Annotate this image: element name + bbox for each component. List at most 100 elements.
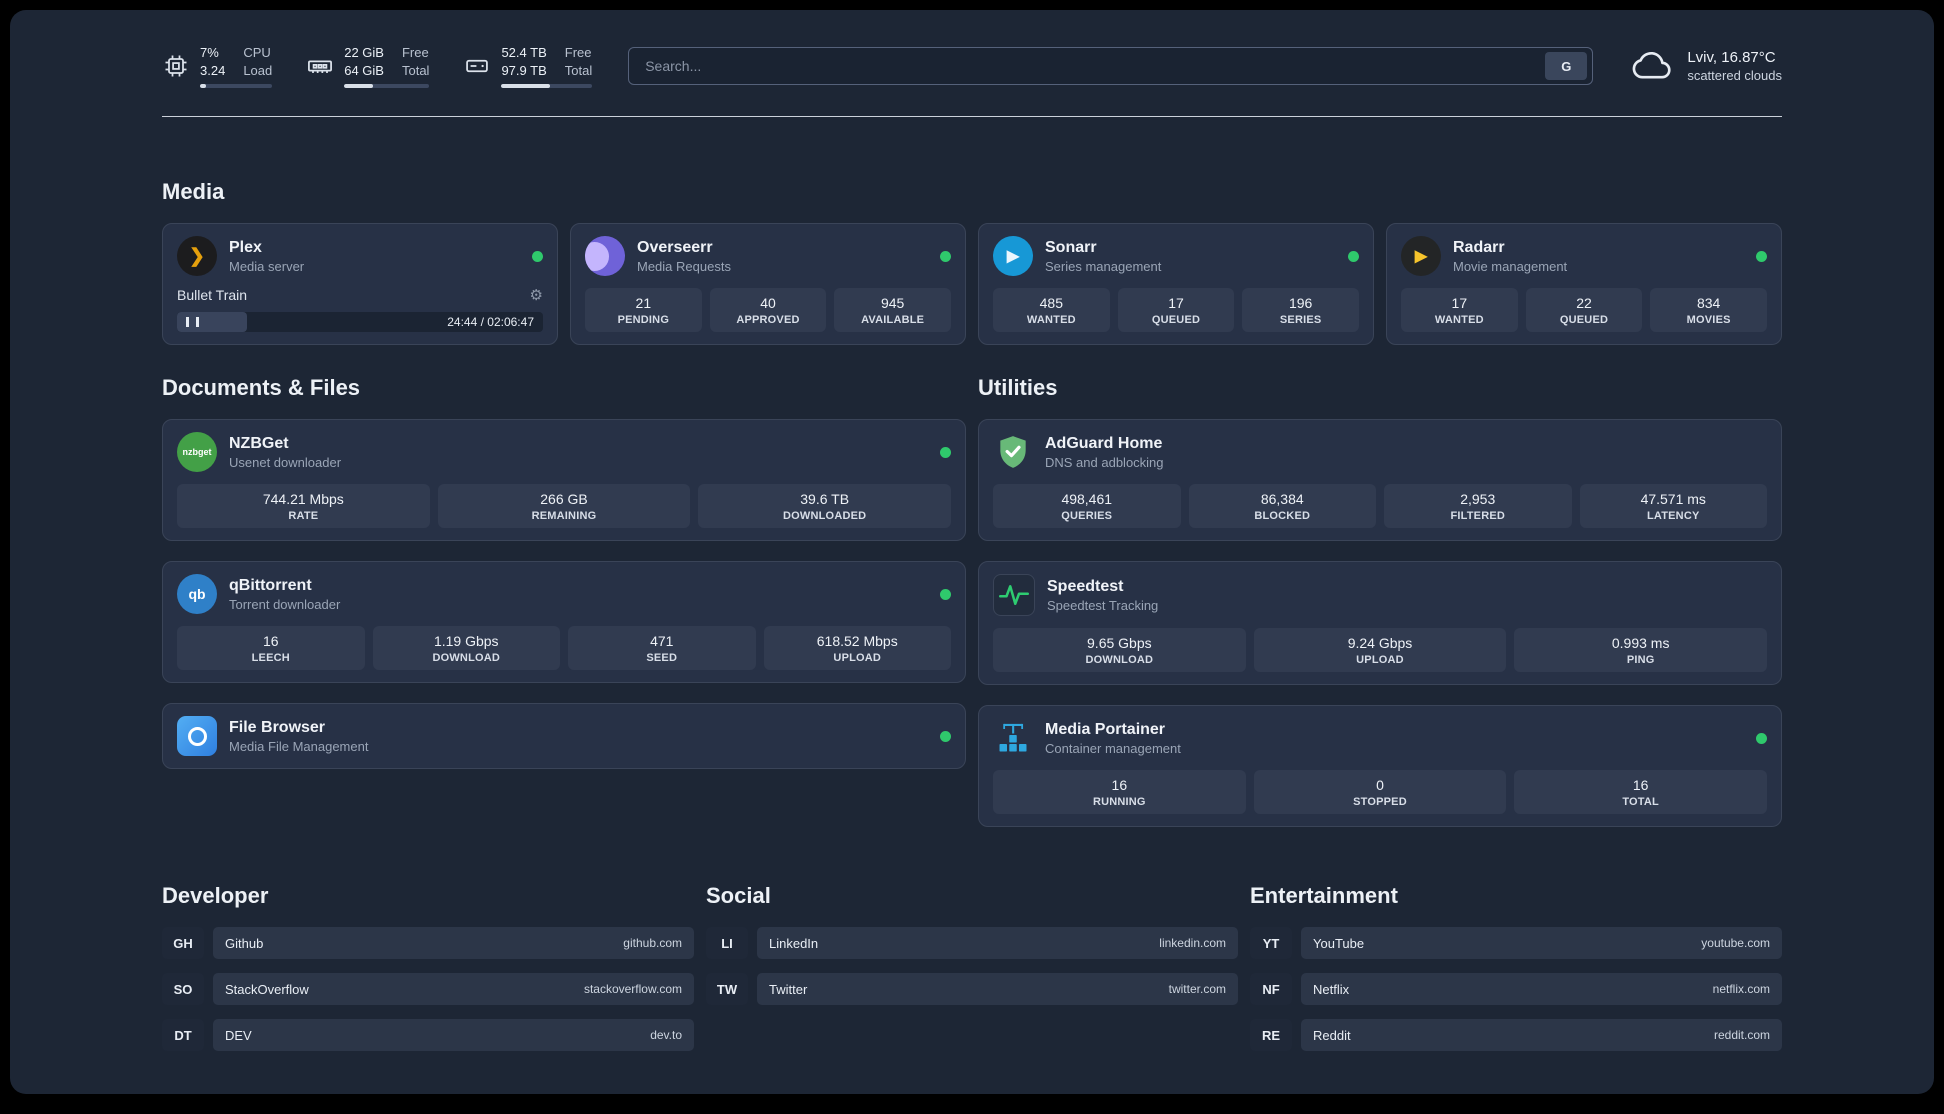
stat-leech: 16 LEECH: [177, 626, 365, 671]
speedtest-desc: Speedtest Tracking: [1047, 598, 1159, 614]
cpu-icon: [162, 52, 190, 80]
bookmark-domain: twitter.com: [1168, 982, 1226, 997]
bookmark-abbr: GH: [162, 927, 204, 960]
stat-wanted: 485 WANTED: [993, 288, 1110, 333]
stat-series: 196 SERIES: [1242, 288, 1359, 333]
adguard-desc: DNS and adblocking: [1045, 455, 1164, 471]
play-glyph: ▶: [1414, 248, 1428, 266]
filebrowser-name: File Browser: [229, 719, 326, 736]
gear-icon[interactable]: ⚙: [530, 286, 543, 304]
search-engine-button[interactable]: G: [1545, 52, 1588, 81]
search-bar: G: [628, 47, 1594, 86]
disk-icon: [463, 52, 491, 80]
card-portainer[interactable]: Media Portainer Container management 16 …: [978, 705, 1782, 828]
cpu-usage-value: 7%: [200, 45, 219, 60]
ram-widget: 22 GiB 64 GiB Free Total: [306, 44, 430, 89]
card-radarr[interactable]: ▶ Radarr Movie management 17 WANTED 22 Q…: [1386, 223, 1782, 346]
playback-time: 24:44 / 02:06:47: [447, 315, 534, 330]
nzbget-icon-label: nzbget: [182, 447, 212, 458]
bookmark-reddit[interactable]: RE Reddit reddit.com: [1250, 1019, 1782, 1052]
qbittorrent-icon: qb: [177, 574, 217, 615]
ram-usage-bar: [344, 84, 430, 89]
play-glyph: ▶: [1006, 248, 1020, 266]
card-qbittorrent[interactable]: qb qBittorrent Torrent downloader 16 LEE…: [162, 561, 966, 684]
disk-total-value: 97.9 TB: [501, 62, 547, 78]
cpu-load-value: 3.24: [200, 62, 226, 78]
radarr-icon: ▶: [1401, 236, 1441, 277]
ram-free-value: 22 GiB: [344, 45, 384, 60]
bookmark-name: StackOverflow: [225, 981, 309, 997]
stat-running: 16 RUNNING: [993, 770, 1246, 815]
bookmark-name: YouTube: [1313, 935, 1365, 951]
bookmark-netflix[interactable]: NF Netflix netflix.com: [1250, 973, 1782, 1006]
stat-wanted: 17 WANTED: [1401, 288, 1518, 333]
bookmark-stackoverflow[interactable]: SO StackOverflow stackoverflow.com: [162, 973, 694, 1006]
weather-widget: Lviv, 16.87°C scattered clouds: [1629, 47, 1782, 86]
sonarr-name: Sonarr: [1045, 239, 1097, 256]
stat-rate: 744.21 Mbps RATE: [177, 484, 430, 529]
bookmark-name: Twitter: [769, 981, 808, 997]
bookmark-abbr: TW: [706, 973, 748, 1006]
card-sonarr[interactable]: ▶ Sonarr Series management 485 WANTED 17…: [978, 223, 1374, 346]
cpu-usage-bar: [200, 84, 273, 89]
bookmark-youtube[interactable]: YT YouTube youtube.com: [1250, 927, 1782, 960]
stat-latency: 47.571 ms LATENCY: [1579, 484, 1767, 529]
bookmark-name: LinkedIn: [769, 935, 819, 951]
pause-icon[interactable]: [186, 317, 199, 328]
card-filebrowser[interactable]: File Browser Media File Management: [162, 703, 966, 770]
filebrowser-icon: [177, 716, 217, 757]
bookmark-linkedin[interactable]: LI LinkedIn linkedin.com: [706, 927, 1238, 960]
topbar: 7% 3.24 CPU Load 22 GiB 64 GiB Free Tota…: [162, 10, 1782, 89]
section-title-media: Media: [162, 179, 225, 205]
bookmark-github[interactable]: GH Github github.com: [162, 927, 694, 960]
stat-ping: 0.993 ms PING: [1514, 628, 1767, 673]
adguard-shield-icon: [993, 432, 1033, 472]
stat-queued: 17 QUEUED: [1117, 288, 1235, 333]
bookmark-domain: dev.to: [650, 1028, 682, 1043]
status-dot: [940, 446, 951, 458]
disk-total-label: Total: [564, 62, 593, 78]
bookmark-group-entertainment: Entertainment YT YouTube youtube.com NF N…: [1250, 883, 1782, 1065]
playback-progress-bar[interactable]: 24:44 / 02:06:47: [177, 312, 543, 333]
section-title-entertainment: Entertainment: [1250, 883, 1398, 909]
stat-queued: 22 QUEUED: [1525, 288, 1643, 333]
ram-free-label: Free: [401, 45, 429, 60]
nzbget-desc: Usenet downloader: [229, 455, 342, 471]
card-nzbget[interactable]: nzbget NZBGet Usenet downloader 744.21 M…: [162, 419, 966, 542]
dashboard-window: 7% 3.24 CPU Load 22 GiB 64 GiB Free Tota…: [10, 10, 1934, 1094]
overseerr-icon: [585, 236, 625, 277]
bookmark-group-developer: Developer GH Github github.com SO StackOv…: [162, 883, 694, 1065]
documents-column: Documents & Files nzbget NZBGet Usenet d…: [162, 375, 966, 770]
stat-remaining: 266 GB REMAINING: [437, 484, 691, 529]
bookmark-dev[interactable]: DT DEV dev.to: [162, 1019, 694, 1052]
weather-condition: scattered clouds: [1687, 68, 1782, 84]
bookmark-twitter[interactable]: TW Twitter twitter.com: [706, 973, 1238, 1006]
search-input[interactable]: [643, 57, 1546, 76]
plex-desc: Media server: [229, 259, 305, 275]
bookmark-abbr: NF: [1250, 973, 1292, 1006]
cpu-widget: 7% 3.24 CPU Load: [162, 44, 273, 89]
disk-usage-bar: [501, 84, 593, 89]
card-plex[interactable]: ❯ Plex Media server Bullet Train ⚙ 24:44…: [162, 223, 558, 346]
stat-upload: 618.52 Mbps UPLOAD: [763, 626, 951, 671]
stat-upload: 9.24 Gbps UPLOAD: [1253, 628, 1507, 673]
bookmark-domain: netflix.com: [1712, 982, 1770, 997]
card-adguard[interactable]: AdGuard Home DNS and adblocking 498,461 …: [978, 419, 1782, 542]
disk-widget: 52.4 TB 97.9 TB Free Total: [463, 44, 593, 89]
bookmark-domain: linkedin.com: [1159, 936, 1226, 951]
disk-free-value: 52.4 TB: [501, 45, 547, 60]
bookmark-group-social: Social LI LinkedIn linkedin.com TW Twitte…: [706, 883, 1238, 1019]
section-title-social: Social: [706, 883, 771, 909]
card-speedtest[interactable]: Speedtest Speedtest Tracking 9.65 Gbps D…: [978, 561, 1782, 686]
bookmark-domain: stackoverflow.com: [583, 982, 682, 997]
status-dot: [1756, 732, 1767, 744]
bookmark-abbr: LI: [706, 927, 748, 960]
bookmark-domain: github.com: [623, 936, 682, 951]
stat-download: 1.19 Gbps DOWNLOAD: [372, 626, 560, 671]
card-overseerr[interactable]: Overseerr Media Requests 21 PENDING 40 A…: [570, 223, 966, 346]
weather-location: Lviv, 16.87°C: [1687, 49, 1776, 67]
nzbget-icon: nzbget: [177, 432, 217, 473]
status-dot: [940, 588, 951, 600]
bookmark-name: Github: [225, 935, 264, 951]
bookmark-abbr: RE: [1250, 1019, 1292, 1052]
